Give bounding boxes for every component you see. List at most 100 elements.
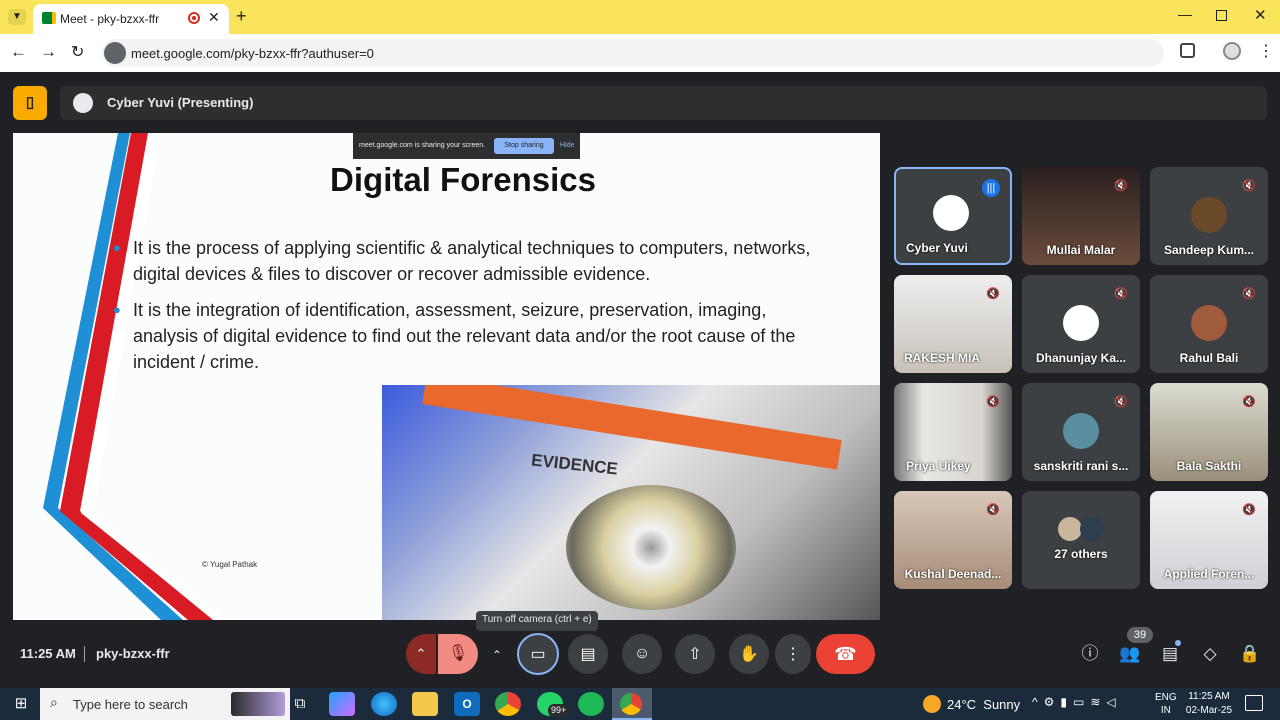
meet-sidebar-toggle[interactable]: ▯ [13,86,47,120]
profile-icon[interactable] [1223,42,1241,60]
end-call-button[interactable]: ☎ [816,634,875,674]
bullet-dot: ● [113,240,121,255]
slide-credit: © Yugal Pathak [202,560,258,569]
stop-sharing-button[interactable]: Stop sharing [494,138,554,154]
weather-text[interactable]: 24°C Sunny [947,697,1020,712]
spotify-icon[interactable] [578,692,604,716]
participant-name: Mullai Malar [1046,243,1116,257]
weather-icon [923,695,941,713]
meeting-divider [84,646,85,662]
participant-name: Dhanunjay Ka... [1035,351,1127,365]
participant-name: Bala Sakthi [1176,459,1242,473]
emoji-button[interactable]: ☺ [622,634,662,674]
notifications-icon[interactable] [1245,695,1263,711]
extensions-icon[interactable] [1180,43,1195,58]
others-tile[interactable]: 27 others [1022,491,1140,589]
speaking-icon: ||| [982,179,1000,197]
mic-off-icon: 🔇 [986,504,1000,516]
participant-name: Rahul Bali [1179,351,1239,365]
language-indicator[interactable]: ENG IN [1155,691,1177,717]
participant-tile[interactable]: 🔇 Sandeep Kum... [1150,167,1268,265]
windows-start-icon[interactable]: ⊞ [8,692,34,716]
meet-favicon [42,12,56,24]
avatar [1063,413,1099,449]
clock-date: 02-Mar-25 [1185,705,1233,716]
minimize-button[interactable]: — [1178,6,1192,22]
meeting-info-icon[interactable]: ⓘ [1078,642,1102,666]
camera-tooltip: Turn off camera (ctrl + e) [476,611,598,631]
mic-off-icon: 🔇 [1242,180,1256,192]
new-tab-button[interactable]: + [236,6,247,27]
back-icon[interactable]: ← [10,42,27,62]
avatar [1191,305,1227,341]
participant-tile[interactable]: 🔇 RAKESH MIA [894,275,1012,373]
captions-button[interactable]: ▤ [568,634,608,674]
mic-off-icon: 🔇 [1114,180,1128,192]
edge-icon[interactable] [371,692,397,716]
participant-tile[interactable]: 🔇 Rahul Bali [1150,275,1268,373]
participant-tile[interactable]: 🔇 Dhanunjay Ka... [1022,275,1140,373]
host-controls-icon[interactable]: 🔒 [1238,642,1262,666]
mic-off-icon: 🔇 [986,396,1000,408]
meeting-code: pky-bzxx-ffr [96,646,170,661]
active-chrome-window[interactable] [612,688,652,720]
task-view-icon[interactable]: ⧉ [287,692,313,716]
video-options-button[interactable]: ⌃ [492,648,502,662]
mic-off-icon: 🔇 [1114,288,1128,300]
participant-tile[interactable]: 🔇 Mullai Malar [1022,167,1140,265]
site-info-icon[interactable] [104,42,126,64]
search-icon: ⌕ [50,694,58,710]
presenter-bar: Cyber Yuvi (Presenting) [60,86,1267,120]
participant-tile[interactable]: 🔇 Bala Sakthi [1150,383,1268,481]
activities-icon[interactable]: ◇ [1198,642,1222,666]
participant-tile[interactable]: 🔇 sanskriti rani s... [1022,383,1140,481]
system-tray-icons[interactable]: ^⚙▮▭≋◁ [1032,695,1122,709]
hide-banner-button[interactable]: Hide [560,142,574,149]
chrome-icon[interactable] [495,692,521,716]
browser-tab[interactable]: Meet - pky-bzxx-ffr ✕ [33,4,229,34]
bullet-dot: ● [113,302,121,317]
tab-list-button[interactable]: ▼ [8,9,26,25]
evidence-label: EVIDENCE [530,450,619,479]
file-explorer-icon[interactable] [412,692,438,716]
mic-toggle-button[interactable]: 🎙 [438,634,478,674]
participant-tile[interactable]: 🔇 Applied Foren... [1150,491,1268,589]
taskbar-search-box[interactable]: ⌕ Type here to search [40,688,290,720]
participant-name: Kushal Deenad... [904,567,1002,581]
reload-icon[interactable]: ↻ [71,42,84,62]
participant-name: sanskriti rani s... [1033,459,1129,473]
browser-menu-icon[interactable]: ⋮ [1258,41,1274,61]
people-icon[interactable]: 👥 [1118,642,1142,666]
mic-off-icon: 🔇 [1242,396,1256,408]
recording-icon [188,12,200,24]
participant-tile[interactable]: ||| Cyber Yuvi [894,167,1012,265]
close-tab-icon[interactable]: ✕ [208,9,220,26]
url-text: meet.google.com/pky-bzxx-ffr?authuser=0 [131,46,374,61]
participant-name: Priya Uikey [906,459,971,473]
maximize-button[interactable] [1216,10,1227,21]
participant-tile[interactable]: 🔇 Priya Uikey [894,383,1012,481]
share-banner: meet.google.com is sharing your screen. … [353,133,580,159]
raise-hand-button[interactable]: ✋ [729,634,769,674]
close-window-button[interactable]: ✕ [1254,6,1267,24]
present-button[interactable]: ⇧ [675,634,715,674]
forward-icon[interactable]: → [40,42,57,62]
avatar [1191,197,1227,233]
avatar-group [1058,517,1082,541]
address-bar[interactable]: meet.google.com/pky-bzxx-ffr?authuser=0 [102,39,1164,67]
others-label: 27 others [1054,547,1108,561]
participant-name: Cyber Yuvi [906,241,968,255]
presenter-avatar [73,93,93,113]
participant-name: Sandeep Kum... [1163,243,1255,257]
share-banner-text: meet.google.com is sharing your screen. [359,142,486,149]
avatar [933,195,969,231]
more-options-button[interactable]: ⋮ [775,634,811,674]
copilot-icon[interactable] [329,692,355,716]
taskbar-clock[interactable]: 11:25 AM 02-Mar-25 [1184,690,1234,718]
mic-off-icon: 🔇 [1242,504,1256,516]
participant-tile[interactable]: 🔇 Kushal Deenad... [894,491,1012,589]
camera-button[interactable]: ▭ [517,633,559,675]
outlook-icon[interactable]: O [454,692,480,716]
bullet-text: It is the integration of identification,… [133,300,796,372]
audio-options-button[interactable]: ⌃ [406,634,436,674]
